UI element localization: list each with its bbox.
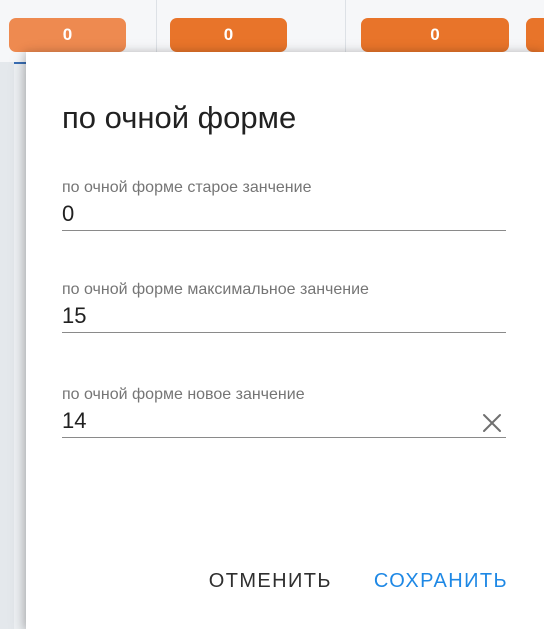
old-value-input-row bbox=[62, 198, 506, 231]
count-badge[interactable]: 0 bbox=[9, 18, 126, 52]
save-button[interactable]: СОХРАНИТЬ bbox=[368, 564, 514, 599]
new-value-input-row bbox=[62, 405, 506, 438]
new-value-label: по очной форме новое занчение bbox=[62, 386, 305, 403]
max-value-label: по очной форме максимальное занчение bbox=[62, 281, 369, 298]
cancel-button[interactable]: ОТМЕНИТЬ bbox=[203, 564, 338, 599]
close-icon[interactable] bbox=[480, 411, 504, 435]
max-value-input-row bbox=[62, 300, 506, 333]
count-badge[interactable] bbox=[526, 18, 544, 52]
dialog-actions: ОТМЕНИТЬ СОХРАНИТЬ bbox=[203, 564, 514, 599]
new-value-field: по очной форме новое занчение bbox=[62, 385, 506, 438]
background-column bbox=[0, 62, 14, 629]
max-value-field: по очной форме максимальное занчение bbox=[62, 280, 506, 333]
new-value-input[interactable] bbox=[62, 407, 462, 435]
old-value-label: по очной форме старое занчение bbox=[62, 179, 312, 196]
column-divider bbox=[156, 0, 157, 60]
column-divider bbox=[345, 0, 346, 60]
old-value-input[interactable] bbox=[62, 200, 462, 228]
count-badge[interactable]: 0 bbox=[170, 18, 287, 52]
old-value-field: по очной форме старое занчение bbox=[62, 178, 506, 231]
count-badge[interactable]: 0 bbox=[361, 18, 509, 52]
dialog-title: по очной форме bbox=[62, 100, 297, 135]
max-value-input[interactable] bbox=[62, 302, 462, 330]
edit-value-dialog: по очной форме по очной форме старое зан… bbox=[26, 52, 544, 629]
